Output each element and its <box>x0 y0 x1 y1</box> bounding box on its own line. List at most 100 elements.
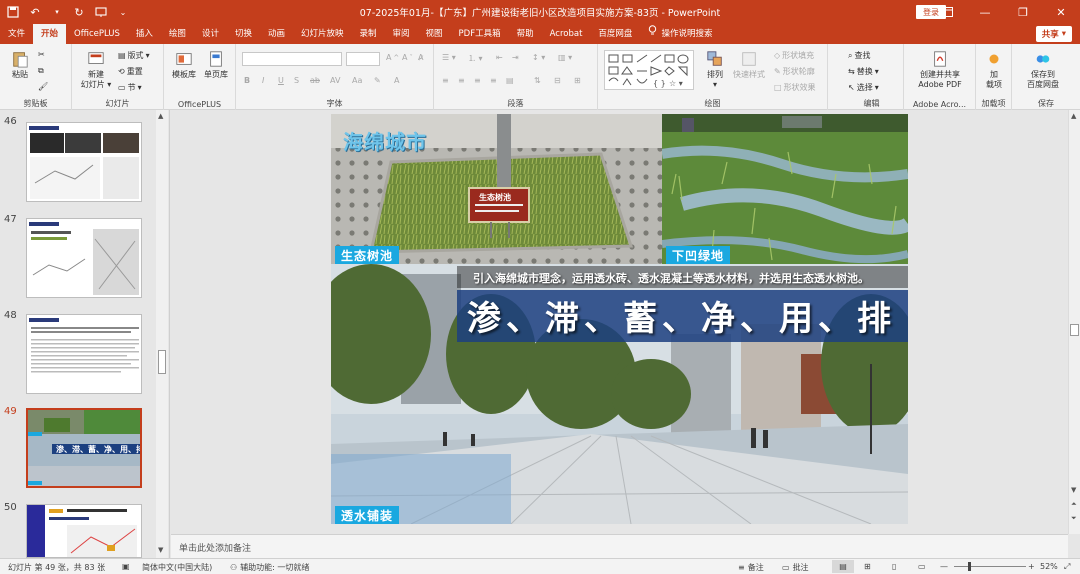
present-icon[interactable] <box>94 5 108 19</box>
text-direction-button[interactable]: ⇅ <box>534 76 541 85</box>
copy-button[interactable]: ⧉ <box>38 66 44 76</box>
slide-thumbnail[interactable] <box>26 122 142 202</box>
slide-thumbnail[interactable] <box>26 218 142 298</box>
single-page-lib-button[interactable]: 单页库 <box>202 50 230 80</box>
slide-sorter-icon[interactable]: ⊞ <box>864 562 871 571</box>
spellcheck-icon[interactable]: ▣ <box>122 562 130 571</box>
scrollbar-thumb[interactable] <box>158 350 166 374</box>
tab-pdf-toolbox[interactable]: PDF工具箱 <box>451 24 509 44</box>
replace-button[interactable]: ⇆ 替换 ▾ <box>848 66 879 77</box>
numbering-button[interactable]: ⒈ ▾ <box>468 53 483 64</box>
addins-button[interactable]: 加载项 <box>980 50 1008 90</box>
comments-toggle[interactable]: ▭ 批注 <box>782 562 809 573</box>
tab-acrobat[interactable]: Acrobat <box>542 24 591 44</box>
char-spacing-button[interactable]: AV <box>330 76 340 85</box>
slide[interactable]: 生态树池 海绵城市 生态树池 下凹绿地 透水铺装 引入海绵城市理念，运用透水砖、… <box>331 114 908 524</box>
underline-button[interactable]: U <box>278 76 284 85</box>
section-button[interactable]: ▭ 节 ▾ <box>118 82 142 93</box>
tab-file[interactable]: 文件 <box>0 24 33 44</box>
align-right-button[interactable]: ≡ <box>474 76 481 85</box>
redo-icon[interactable]: ↻ <box>72 5 86 19</box>
font-size-select[interactable] <box>346 52 380 66</box>
increase-font-button[interactable]: A ^ <box>386 53 399 62</box>
normal-view-icon[interactable]: ▤ <box>832 560 854 573</box>
zoom-out-icon[interactable]: — <box>940 562 948 571</box>
format-painter-button[interactable]: 🖌 <box>38 82 48 91</box>
cut-button[interactable]: ✂ <box>38 50 45 59</box>
decrease-indent-button[interactable]: ⇤ <box>496 53 503 62</box>
scrollbar-thumb[interactable] <box>1070 324 1079 336</box>
zoom-level[interactable]: 52% <box>1040 562 1058 571</box>
tab-slideshow[interactable]: 幻灯片放映 <box>293 24 352 44</box>
close-icon[interactable]: ✕ <box>1042 0 1080 24</box>
save-icon[interactable] <box>6 5 20 19</box>
justify-button[interactable]: ≡ <box>490 76 497 85</box>
align-center-button[interactable]: ≡ <box>458 76 465 85</box>
notes-pane[interactable]: 单击此处添加备注 <box>171 534 1068 558</box>
notes-toggle[interactable]: ≡ 备注 <box>738 562 764 573</box>
next-slide-icon[interactable]: ⏷ <box>1071 514 1077 523</box>
scroll-up-icon[interactable]: ▲ <box>1071 112 1076 120</box>
language-indicator[interactable]: 简体中文(中国大陆) <box>142 562 212 573</box>
zoom-in-icon[interactable]: + <box>1028 562 1035 571</box>
tell-me-search[interactable]: 操作说明搜索 <box>640 24 720 44</box>
prev-slide-icon[interactable]: ⏶ <box>1071 500 1077 509</box>
zoom-slider[interactable] <box>954 562 1026 571</box>
find-button[interactable]: ⌕ 查找 <box>848 50 870 61</box>
tab-view[interactable]: 视图 <box>418 24 451 44</box>
accessibility-status[interactable]: ⚇ 辅助功能: 一切就绪 <box>230 562 309 573</box>
zoom-slider-handle[interactable] <box>968 562 971 571</box>
shapes-gallery[interactable]: { } ☆ ▾ <box>604 50 694 90</box>
share-button[interactable]: 共享 ▾ <box>1035 26 1072 42</box>
arrange-button[interactable]: 排列 ▾ <box>702 50 728 90</box>
tab-transitions[interactable]: 切换 <box>227 24 260 44</box>
reading-view-icon[interactable]: ▯ <box>892 562 896 571</box>
shape-fill-button[interactable]: ◇ 形状填充 <box>774 50 814 61</box>
save-to-baidu-button[interactable]: 保存到 百度网盘 <box>1018 50 1068 90</box>
scroll-up-icon[interactable]: ▲ <box>158 112 163 120</box>
decrease-font-button[interactable]: Aˇ <box>402 53 413 62</box>
tab-baidu[interactable]: 百度网盘 <box>590 24 640 44</box>
quick-styles-button[interactable]: 快速样式 <box>732 50 766 80</box>
customize-qat-icon[interactable]: ⌄ <box>116 5 130 19</box>
highlight-button[interactable]: ✎ <box>374 76 381 85</box>
distribute-button[interactable]: ▤ <box>506 76 514 85</box>
tab-animations[interactable]: 动画 <box>260 24 293 44</box>
slide-thumbnail[interactable] <box>26 504 142 558</box>
smartart-button[interactable]: ⊞ <box>574 76 581 85</box>
tab-review[interactable]: 审阅 <box>385 24 418 44</box>
font-family-select[interactable] <box>242 52 342 66</box>
ribbon-display-icon[interactable] <box>928 0 966 24</box>
bold-button[interactable]: B <box>244 76 250 85</box>
layout-button[interactable]: ▤ 版式 ▾ <box>118 50 150 61</box>
increase-indent-button[interactable]: ⇥ <box>512 53 519 62</box>
shadow-button[interactable]: S <box>294 76 299 85</box>
dropdown-icon[interactable]: ▾ <box>50 5 64 19</box>
create-share-pdf-button[interactable]: 创建并共享 Adobe PDF <box>908 50 972 90</box>
paste-button[interactable]: 粘贴 <box>6 50 34 80</box>
undo-icon[interactable]: ↶ <box>28 5 42 19</box>
shape-outline-button[interactable]: ✎ 形状轮廓 <box>774 66 815 77</box>
minimize-icon[interactable]: — <box>966 0 1004 24</box>
change-case-button[interactable]: Aa <box>352 76 362 85</box>
reset-button[interactable]: ⟲ 重置 <box>118 66 143 77</box>
shape-effects-button[interactable]: □ 形状效果 <box>774 82 816 93</box>
align-left-button[interactable]: ≡ <box>442 76 449 85</box>
select-button[interactable]: ↖ 选择 ▾ <box>848 82 879 93</box>
slide-thumbnail[interactable] <box>26 314 142 394</box>
tab-record[interactable]: 录制 <box>352 24 385 44</box>
tab-help[interactable]: 帮助 <box>509 24 542 44</box>
bullets-button[interactable]: ☰ ▾ <box>442 53 456 62</box>
scroll-down-icon[interactable]: ▼ <box>1071 486 1076 494</box>
tab-home[interactable]: 开始 <box>33 24 67 44</box>
tab-insert[interactable]: 插入 <box>128 24 161 44</box>
canvas-scrollbar[interactable]: ▲ ▼ ⏶ ⏷ <box>1068 110 1080 534</box>
fit-to-window-icon[interactable]: ⤢ <box>1064 562 1070 572</box>
restore-icon[interactable]: ❐ <box>1004 0 1042 24</box>
tab-officeplus[interactable]: OfficePLUS <box>66 24 128 44</box>
line-spacing-button[interactable]: ↕ ▾ <box>532 53 545 62</box>
tab-design[interactable]: 设计 <box>194 24 227 44</box>
italic-button[interactable]: I <box>262 76 264 85</box>
template-lib-button[interactable]: 模板库 <box>170 50 198 80</box>
tab-draw[interactable]: 绘图 <box>161 24 194 44</box>
